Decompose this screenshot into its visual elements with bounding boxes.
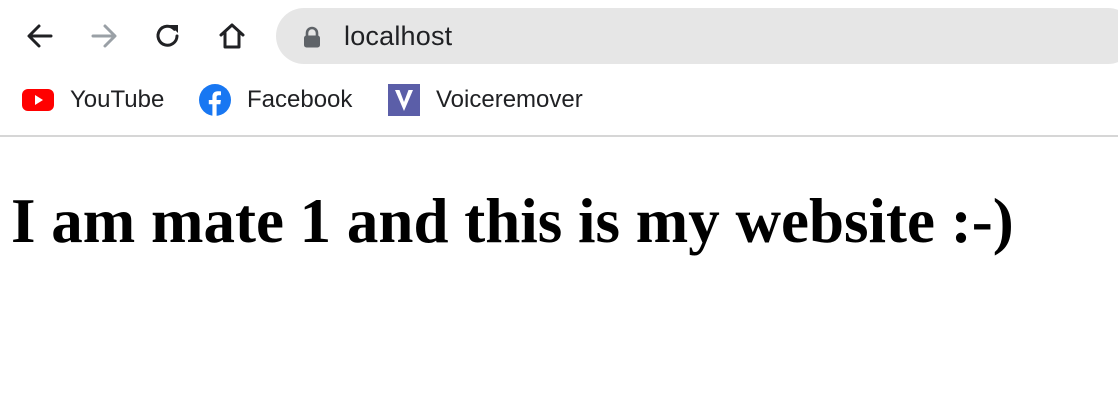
youtube-icon [22,84,54,116]
lock-icon[interactable] [302,26,322,48]
back-button[interactable] [20,16,60,56]
home-button[interactable] [212,16,252,56]
page-content: I am mate 1 and this is my website :-) [0,137,1118,420]
page-heading: I am mate 1 and this is my website :-) [11,186,1014,256]
facebook-icon [199,84,231,116]
address-bar-url[interactable]: localhost [344,21,452,51]
bookmark-label: Facebook [247,86,353,113]
voiceremover-icon [388,84,420,116]
bookmark-label: YouTube [70,86,165,113]
bookmark-youtube[interactable]: YouTube [22,82,164,118]
address-bar[interactable]: localhost [276,8,1118,64]
bookmark-facebook[interactable]: Facebook [199,82,352,118]
browser-chrome: localhost YouTube Facebook Voiceremover [0,0,1118,137]
reload-icon [156,24,179,47]
arrow-right-icon [91,24,117,48]
arrow-left-icon [27,24,53,48]
bookmark-label: Voiceremover [436,86,583,113]
bookmark-voiceremover[interactable]: Voiceremover [388,82,583,118]
forward-button[interactable] [84,16,124,56]
browser-toolbar: localhost [0,0,1118,74]
home-icon [219,23,245,49]
reload-button[interactable] [148,16,188,56]
bookmarks-bar: YouTube Facebook Voiceremover [0,74,1118,128]
